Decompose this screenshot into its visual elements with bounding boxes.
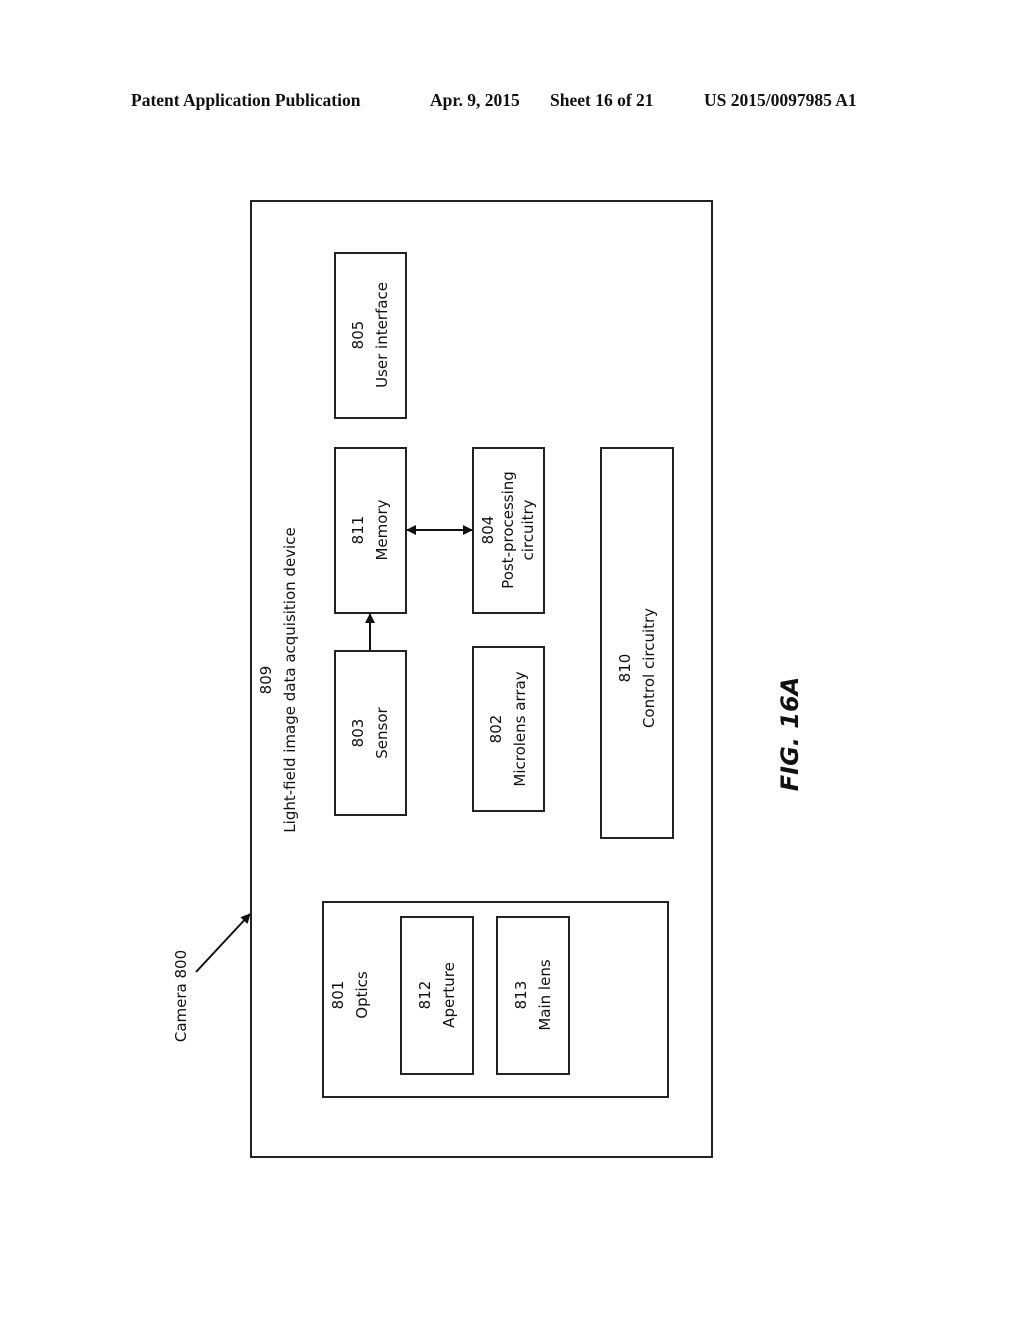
connectors <box>195 525 473 973</box>
figure-label: FIG. 16A <box>776 676 804 792</box>
camera-pointer-arrow <box>195 913 251 973</box>
